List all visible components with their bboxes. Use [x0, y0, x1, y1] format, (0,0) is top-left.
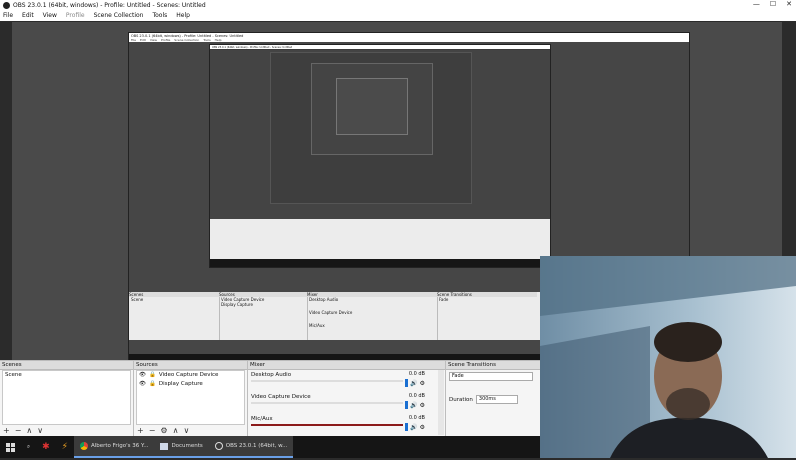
gear-icon[interactable]: ⚙: [420, 424, 425, 431]
menu-tools[interactable]: Tools: [152, 12, 167, 19]
volume-slider[interactable]: [405, 423, 409, 431]
app-icon-red[interactable]: ✱: [36, 436, 56, 458]
obs-app-icon: [3, 1, 10, 9]
menu-edit[interactable]: Edit: [22, 12, 34, 19]
minimize-button[interactable]: —: [753, 0, 760, 8]
webcam-feed-graphic: [540, 256, 796, 458]
taskbar-item-obs[interactable]: OBS 23.0.1 (64bit, w...: [208, 436, 294, 458]
sources-toolbar: + − ⚙ ∧ ∨: [137, 426, 189, 435]
duration-label: Duration: [449, 396, 473, 403]
eye-icon[interactable]: 👁: [139, 372, 146, 379]
sources-panel: Sources 👁 🔒 Video Capture Device 👁 🔒 Dis…: [134, 361, 248, 437]
volume-slider[interactable]: [405, 401, 409, 409]
source-item-video-capture[interactable]: 👁 🔒 Video Capture Device: [137, 371, 244, 380]
gear-icon[interactable]: ⚙: [420, 402, 425, 409]
add-source-button[interactable]: +: [137, 426, 144, 435]
sources-header: Sources: [134, 361, 247, 370]
mixer-channel-video-capture: Video Capture Device 0.0 dB 🔊 ⚙: [251, 393, 425, 409]
speaker-icon[interactable]: 🔊: [410, 424, 417, 431]
volume-meter: [251, 424, 403, 426]
move-up-icon[interactable]: ∧: [26, 426, 32, 435]
volume-meter: [251, 380, 403, 382]
chrome-icon: [79, 442, 88, 450]
nested-obs-window-2: OBS 23.0.1 (64bit, windows) - Profile: U…: [209, 44, 551, 268]
app-icon-feather[interactable]: ⚡: [56, 436, 74, 458]
transition-select[interactable]: Fade: [449, 372, 533, 381]
close-button[interactable]: ✕: [786, 0, 792, 8]
folder-icon: [160, 442, 169, 450]
volume-meter: [251, 402, 403, 404]
scenes-panel: Scenes Scene + − ∧ ∨: [0, 361, 134, 437]
mixer-scrollbar[interactable]: [438, 370, 444, 435]
lock-icon[interactable]: 🔒: [149, 372, 156, 379]
mixer-channels: Desktop Audio 0.0 dB 🔊 ⚙ Video Capture De…: [248, 370, 437, 436]
mixer-channel-mic-aux: Mic/Aux 0.0 dB 🔊 ⚙: [251, 415, 425, 431]
scene-item[interactable]: Scene: [3, 371, 130, 380]
remove-scene-button[interactable]: −: [15, 426, 22, 435]
menu-bar: File Edit View Profile Scene Collection …: [0, 10, 796, 21]
source-item-display-capture[interactable]: 👁 🔒 Display Capture: [137, 380, 244, 389]
webcam-overlay: [540, 256, 796, 458]
menu-profile[interactable]: Profile: [66, 12, 85, 19]
menu-file[interactable]: File: [3, 12, 13, 19]
add-scene-button[interactable]: +: [3, 426, 10, 435]
remove-source-button[interactable]: −: [149, 426, 156, 435]
mixer-panel: Mixer Desktop Audio 0.0 dB 🔊 ⚙ Video Capt…: [248, 361, 446, 437]
mixer-channel-desktop-audio: Desktop Audio 0.0 dB 🔊 ⚙: [251, 371, 425, 387]
move-down-icon[interactable]: ∨: [37, 426, 43, 435]
maximize-button[interactable]: ☐: [770, 0, 776, 8]
window-title: OBS 23.0.1 (64bit, windows) - Profile: U…: [13, 1, 206, 9]
windows-icon: [6, 442, 15, 452]
taskbar-item-chrome[interactable]: Alberto Frigo's 36 Y...: [73, 436, 155, 458]
scenes-list: Scene: [2, 370, 131, 425]
start-button[interactable]: [0, 436, 21, 458]
scenes-header: Scenes: [0, 361, 133, 370]
mixer-header: Mixer: [248, 361, 445, 370]
sources-list: 👁 🔒 Video Capture Device 👁 🔒 Display Cap…: [136, 370, 245, 425]
menu-help[interactable]: Help: [176, 12, 190, 19]
taskbar-item-documents[interactable]: Documents: [154, 436, 209, 458]
lock-icon[interactable]: 🔒: [149, 381, 156, 388]
title-bar: OBS 23.0.1 (64bit, windows) - Profile: U…: [0, 0, 796, 10]
gear-icon[interactable]: ⚙: [420, 380, 425, 387]
move-down-icon[interactable]: ∨: [183, 426, 189, 435]
duration-input[interactable]: 300ms: [475, 395, 518, 404]
scenes-toolbar: + − ∧ ∨: [3, 426, 43, 435]
menu-scene-collection[interactable]: Scene Collection: [94, 12, 144, 19]
window-controls: — ☐ ✕: [753, 0, 792, 8]
move-up-icon[interactable]: ∧: [173, 426, 179, 435]
eye-icon[interactable]: 👁: [139, 381, 146, 388]
speaker-icon[interactable]: 🔊: [410, 402, 417, 409]
gear-icon[interactable]: ⚙: [160, 426, 167, 435]
speaker-icon[interactable]: 🔊: [410, 380, 417, 387]
obs-icon: [214, 442, 223, 450]
menu-view[interactable]: View: [43, 12, 57, 19]
volume-slider[interactable]: [405, 379, 409, 387]
search-icon[interactable]: ⌕: [21, 436, 36, 458]
